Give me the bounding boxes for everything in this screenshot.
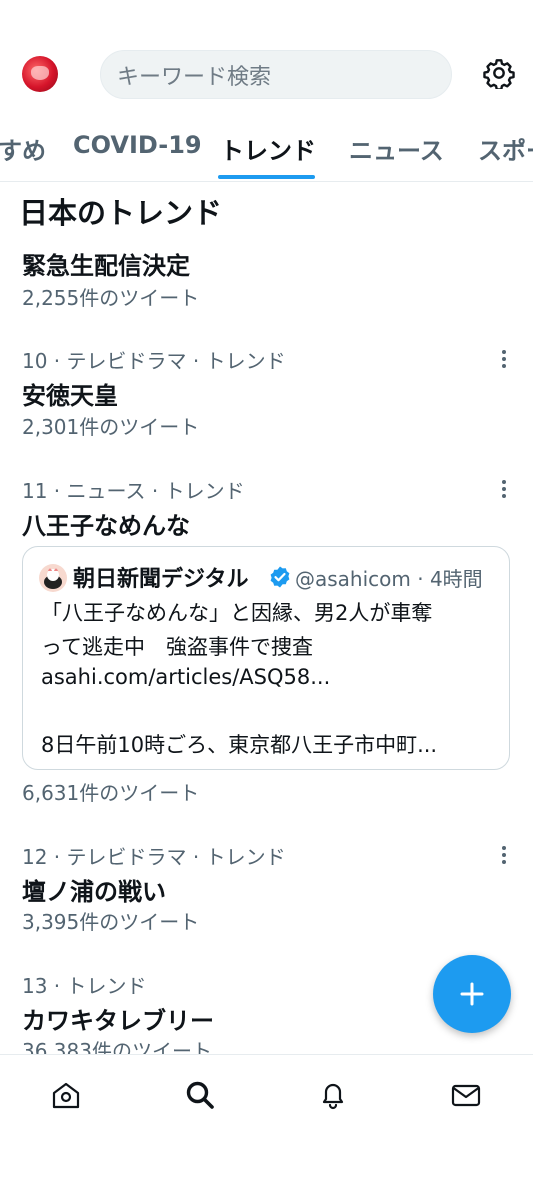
active-tab-indicator [218, 175, 315, 179]
trend-meta: 13 · トレンド [22, 974, 147, 998]
profile-avatar[interactable] [22, 56, 58, 92]
mail-icon[interactable] [450, 1079, 482, 1111]
trend-name[interactable]: カワキタレブリー [22, 1001, 214, 1036]
trend-tweet-count: 2,301件のツイート [22, 415, 200, 439]
card-headline-line: 「八王子なめんな」と因縁、男2人が車奪 [41, 601, 433, 625]
trend-meta: 10 · テレビドラマ · トレンド [22, 349, 286, 373]
trend-meta: 11 · ニュース · トレンド [22, 479, 245, 503]
card-avatar [39, 564, 67, 592]
plus-icon [460, 982, 484, 1006]
trend-tweet-count: 3,395件のツイート [22, 910, 200, 934]
search-icon[interactable] [184, 1079, 216, 1111]
trend-name[interactable]: 八王子なめんな [22, 506, 190, 541]
compose-button[interactable] [433, 955, 511, 1033]
card-account-name: 朝日新聞デジタル [73, 567, 249, 592]
card-headline-line: って逃走中 強盗事件で捜査 [41, 635, 313, 659]
trend-name[interactable]: 壇ノ浦の戦い [22, 872, 166, 907]
more-options-icon[interactable] [497, 347, 511, 371]
search-placeholder: キーワード検索 [117, 64, 272, 90]
tab-news[interactable]: ニュース [349, 131, 444, 166]
more-options-icon[interactable] [497, 477, 511, 501]
trend-tweet-count: 2,255件のツイート [22, 286, 200, 310]
trend-name[interactable]: 緊急生配信決定 [22, 246, 190, 281]
tab-recommended[interactable]: すめ [0, 131, 46, 166]
bottom-navigation [0, 1054, 533, 1135]
bell-icon[interactable] [317, 1079, 349, 1111]
news-tweet-card[interactable]: 朝日新聞デジタル @asahicom · 4時間 「八王子なめんな」と因縁、男2… [22, 546, 510, 770]
card-handle-time: @asahicom · 4時間 [295, 567, 483, 591]
tab-trends[interactable]: トレンド [220, 131, 316, 166]
search-input[interactable]: キーワード検索 [100, 50, 452, 99]
gear-icon[interactable] [483, 57, 515, 89]
tab-covid-19[interactable]: COVID-19 [73, 131, 202, 159]
trend-meta: 12 · テレビドラマ · トレンド [22, 845, 286, 869]
card-body-line: 8日午前10時ごろ、東京都八王子市中町... [41, 733, 438, 757]
tab-sports[interactable]: スポー [478, 131, 533, 166]
app-screen: キーワード検索 すめ COVID-19 トレンド ニュース スポー 日本のトレン… [0, 0, 533, 1200]
top-bar: キーワード検索 [0, 0, 533, 130]
card-link[interactable]: asahi.com/articles/ASQ58... [41, 665, 330, 689]
trend-name[interactable]: 安徳天皇 [22, 376, 118, 411]
home-icon[interactable] [50, 1079, 82, 1111]
more-options-icon[interactable] [497, 843, 511, 867]
verified-badge-icon [270, 566, 290, 588]
section-title: 日本のトレンド [19, 196, 223, 230]
trend-tweet-count: 6,631件のツイート [22, 781, 200, 805]
explore-tabs: すめ COVID-19 トレンド ニュース スポー [0, 125, 533, 182]
